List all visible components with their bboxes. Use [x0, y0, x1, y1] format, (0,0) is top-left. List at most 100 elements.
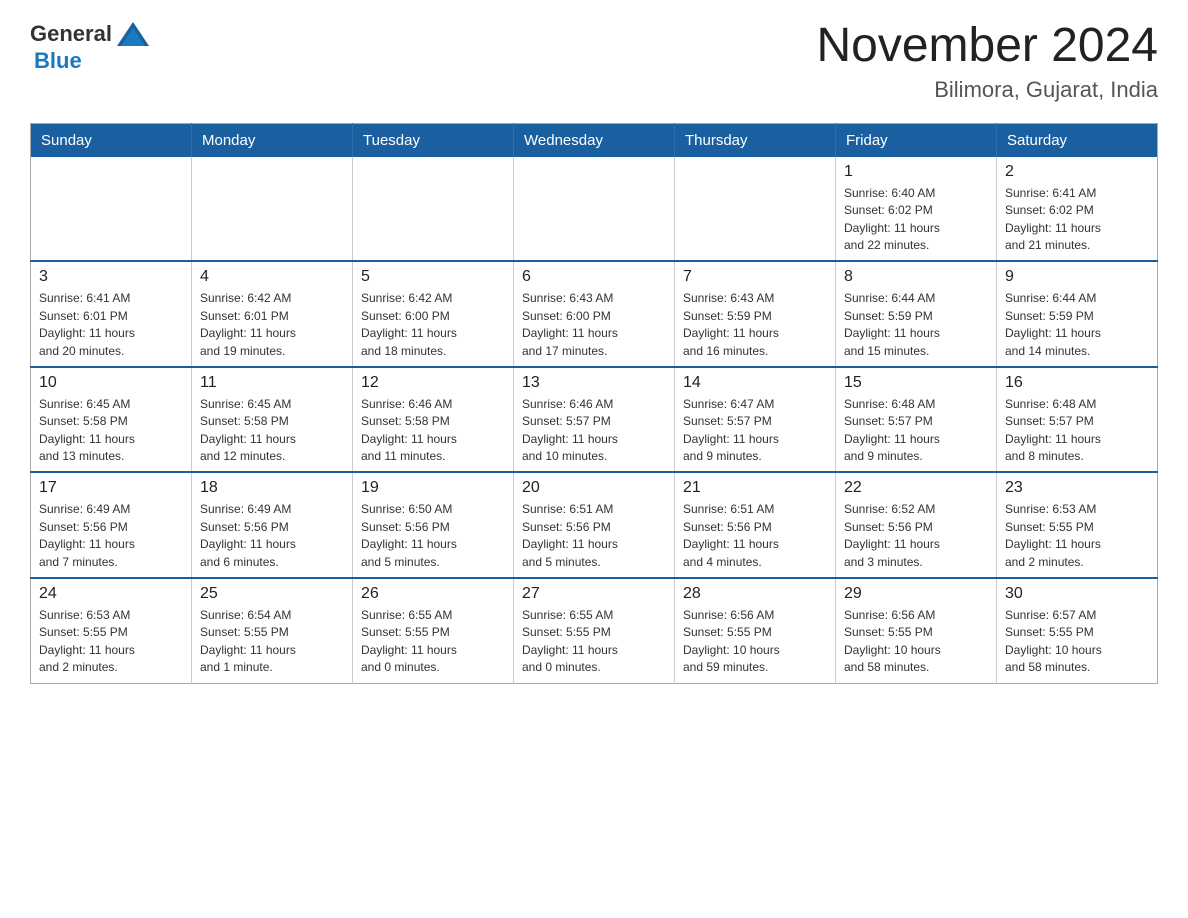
day-info: Sunrise: 6:43 AM Sunset: 5:59 PM Dayligh… [683, 290, 827, 360]
logo-general-text: General [30, 21, 112, 47]
calendar-cell: 1Sunrise: 6:40 AM Sunset: 6:02 PM Daylig… [836, 157, 997, 262]
calendar-cell: 25 Sunrise: 6:54 AM Sunset: 5:55 PM Dayli… [192, 578, 353, 683]
day-info: Sunrise: 6:55 AM Sunset: 5:55 PM Dayligh… [522, 607, 666, 677]
calendar-cell: 12 Sunrise: 6:46 AM Sunset: 5:58 PM Dayli… [353, 367, 514, 473]
logo-icon [115, 20, 151, 48]
calendar-cell: 15Sunrise: 6:48 AM Sunset: 5:57 PM Dayli… [836, 367, 997, 473]
calendar-week-row: 17Sunrise: 6:49 AM Sunset: 5:56 PM Dayli… [31, 472, 1158, 578]
calendar-cell: 29 Sunrise: 6:56 AM Sunset: 5:55 PM Dayli… [836, 578, 997, 683]
day-number: 25 [200, 585, 344, 603]
calendar-cell: 3 Sunrise: 6:41 AM Sunset: 6:01 PM Daylig… [31, 261, 192, 367]
day-number: 7 [683, 268, 827, 286]
calendar-cell: 22 Sunrise: 6:52 AM Sunset: 5:56 PM Dayli… [836, 472, 997, 578]
day-info: Sunrise: 6:42 AM Sunset: 6:01 PM Dayligh… [200, 290, 344, 360]
day-number: 2 [1005, 163, 1149, 181]
calendar-cell: 24Sunrise: 6:53 AM Sunset: 5:55 PM Dayli… [31, 578, 192, 683]
calendar-cell: 27 Sunrise: 6:55 AM Sunset: 5:55 PM Dayli… [514, 578, 675, 683]
calendar-cell [353, 157, 514, 262]
day-info: Sunrise: 6:51 AM Sunset: 5:56 PM Dayligh… [683, 501, 827, 571]
calendar-cell: 16 Sunrise: 6:48 AM Sunset: 5:57 PM Dayli… [997, 367, 1158, 473]
weekday-header-thursday: Thursday [675, 123, 836, 157]
calendar-cell: 9Sunrise: 6:44 AM Sunset: 5:59 PM Daylig… [997, 261, 1158, 367]
calendar-cell: 8 Sunrise: 6:44 AM Sunset: 5:59 PM Daylig… [836, 261, 997, 367]
weekday-header-saturday: Saturday [997, 123, 1158, 157]
calendar-cell: 23 Sunrise: 6:53 AM Sunset: 5:55 PM Dayli… [997, 472, 1158, 578]
day-number: 12 [361, 374, 505, 392]
weekday-header-sunday: Sunday [31, 123, 192, 157]
day-info: Sunrise: 6:53 AM Sunset: 5:55 PM Dayligh… [1005, 501, 1149, 571]
day-info: Sunrise: 6:41 AM Sunset: 6:02 PM Dayligh… [1005, 185, 1149, 255]
weekday-header-tuesday: Tuesday [353, 123, 514, 157]
day-number: 14 [683, 374, 827, 392]
day-info: Sunrise: 6:54 AM Sunset: 5:55 PM Dayligh… [200, 607, 344, 677]
calendar-cell: 11 Sunrise: 6:45 AM Sunset: 5:58 PM Dayli… [192, 367, 353, 473]
calendar-cell [31, 157, 192, 262]
day-info: Sunrise: 6:56 AM Sunset: 5:55 PM Dayligh… [844, 607, 988, 677]
calendar-cell: 10 Sunrise: 6:45 AM Sunset: 5:58 PM Dayli… [31, 367, 192, 473]
day-number: 26 [361, 585, 505, 603]
day-number: 24 [39, 585, 183, 603]
day-number: 23 [1005, 479, 1149, 497]
day-info: Sunrise: 6:44 AM Sunset: 5:59 PM Dayligh… [844, 290, 988, 360]
calendar-cell: 2 Sunrise: 6:41 AM Sunset: 6:02 PM Daylig… [997, 157, 1158, 262]
calendar-cell: 6Sunrise: 6:43 AM Sunset: 6:00 PM Daylig… [514, 261, 675, 367]
day-info: Sunrise: 6:40 AM Sunset: 6:02 PM Dayligh… [844, 185, 988, 255]
day-info: Sunrise: 6:55 AM Sunset: 5:55 PM Dayligh… [361, 607, 505, 677]
day-number: 10 [39, 374, 183, 392]
calendar-cell: 26 Sunrise: 6:55 AM Sunset: 5:55 PM Dayli… [353, 578, 514, 683]
calendar-week-row: 24Sunrise: 6:53 AM Sunset: 5:55 PM Dayli… [31, 578, 1158, 683]
day-number: 8 [844, 268, 988, 286]
calendar-subtitle: Bilimora, Gujarat, India [816, 77, 1158, 103]
calendar-cell: 13 Sunrise: 6:46 AM Sunset: 5:57 PM Dayli… [514, 367, 675, 473]
day-info: Sunrise: 6:47 AM Sunset: 5:57 PM Dayligh… [683, 396, 827, 466]
calendar-table: SundayMondayTuesdayWednesdayThursdayFrid… [30, 123, 1158, 684]
calendar-cell: 19Sunrise: 6:50 AM Sunset: 5:56 PM Dayli… [353, 472, 514, 578]
day-info: Sunrise: 6:45 AM Sunset: 5:58 PM Dayligh… [200, 396, 344, 466]
day-info: Sunrise: 6:51 AM Sunset: 5:56 PM Dayligh… [522, 501, 666, 571]
calendar-cell [675, 157, 836, 262]
day-info: Sunrise: 6:45 AM Sunset: 5:58 PM Dayligh… [39, 396, 183, 466]
day-number: 3 [39, 268, 183, 286]
day-number: 27 [522, 585, 666, 603]
calendar-week-row: 10 Sunrise: 6:45 AM Sunset: 5:58 PM Dayli… [31, 367, 1158, 473]
calendar-week-row: 1Sunrise: 6:40 AM Sunset: 6:02 PM Daylig… [31, 157, 1158, 262]
day-number: 4 [200, 268, 344, 286]
day-info: Sunrise: 6:48 AM Sunset: 5:57 PM Dayligh… [1005, 396, 1149, 466]
day-info: Sunrise: 6:44 AM Sunset: 5:59 PM Dayligh… [1005, 290, 1149, 360]
day-info: Sunrise: 6:41 AM Sunset: 6:01 PM Dayligh… [39, 290, 183, 360]
day-info: Sunrise: 6:49 AM Sunset: 5:56 PM Dayligh… [39, 501, 183, 571]
day-number: 11 [200, 374, 344, 392]
day-number: 16 [1005, 374, 1149, 392]
day-info: Sunrise: 6:42 AM Sunset: 6:00 PM Dayligh… [361, 290, 505, 360]
weekday-header-monday: Monday [192, 123, 353, 157]
day-number: 6 [522, 268, 666, 286]
weekday-header-friday: Friday [836, 123, 997, 157]
day-number: 29 [844, 585, 988, 603]
day-info: Sunrise: 6:52 AM Sunset: 5:56 PM Dayligh… [844, 501, 988, 571]
logo: General Blue [30, 20, 151, 74]
day-info: Sunrise: 6:46 AM Sunset: 5:57 PM Dayligh… [522, 396, 666, 466]
header: General Blue November 2024 Bilimora, Guj… [30, 20, 1158, 103]
day-number: 22 [844, 479, 988, 497]
day-number: 19 [361, 479, 505, 497]
weekday-header-row: SundayMondayTuesdayWednesdayThursdayFrid… [31, 123, 1158, 157]
calendar-cell: 30Sunrise: 6:57 AM Sunset: 5:55 PM Dayli… [997, 578, 1158, 683]
day-number: 30 [1005, 585, 1149, 603]
day-number: 18 [200, 479, 344, 497]
day-number: 13 [522, 374, 666, 392]
logo-blue-text: Blue [34, 48, 82, 74]
day-number: 28 [683, 585, 827, 603]
calendar-cell: 18 Sunrise: 6:49 AM Sunset: 5:56 PM Dayli… [192, 472, 353, 578]
day-info: Sunrise: 6:46 AM Sunset: 5:58 PM Dayligh… [361, 396, 505, 466]
calendar-cell [192, 157, 353, 262]
calendar-cell: 28 Sunrise: 6:56 AM Sunset: 5:55 PM Dayli… [675, 578, 836, 683]
day-info: Sunrise: 6:56 AM Sunset: 5:55 PM Dayligh… [683, 607, 827, 677]
calendar-cell: 17Sunrise: 6:49 AM Sunset: 5:56 PM Dayli… [31, 472, 192, 578]
day-number: 5 [361, 268, 505, 286]
calendar-cell: 5 Sunrise: 6:42 AM Sunset: 6:00 PM Daylig… [353, 261, 514, 367]
calendar-title: November 2024 [816, 20, 1158, 73]
calendar-cell: 7 Sunrise: 6:43 AM Sunset: 5:59 PM Daylig… [675, 261, 836, 367]
day-info: Sunrise: 6:49 AM Sunset: 5:56 PM Dayligh… [200, 501, 344, 571]
calendar-cell [514, 157, 675, 262]
title-area: November 2024 Bilimora, Gujarat, India [816, 20, 1158, 103]
